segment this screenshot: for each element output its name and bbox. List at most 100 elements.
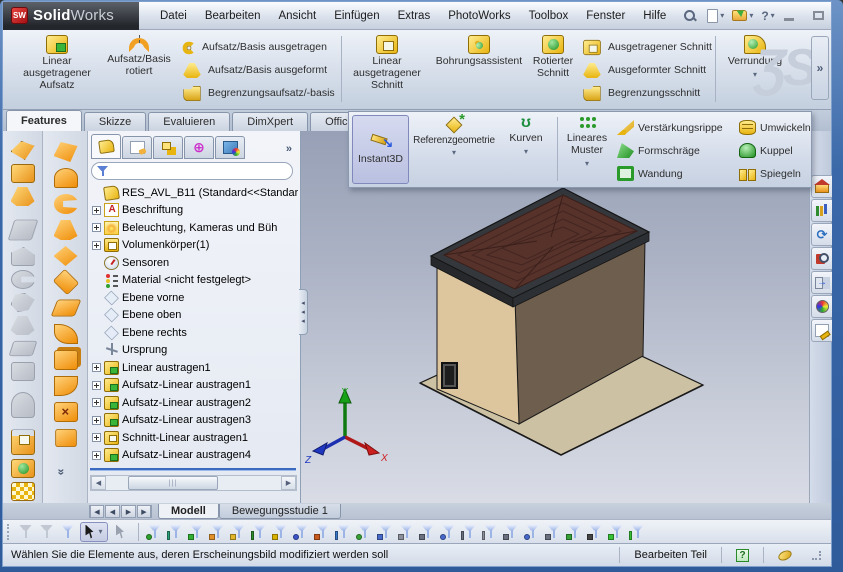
- tree-item-ebene-oben[interactable]: Ebene oben: [90, 307, 298, 325]
- lofted-boss-button[interactable]: Aufsatz/Basis ausgeformt: [181, 60, 335, 81]
- custom-properties-icon[interactable]: [811, 319, 832, 342]
- resize-grip[interactable]: [812, 551, 821, 560]
- tag-icon[interactable]: [777, 548, 793, 562]
- quick-tips-icon[interactable]: ?: [736, 549, 749, 562]
- new-document-button[interactable]: ▾: [703, 9, 728, 23]
- menu-bearbeiten[interactable]: Bearbeiten: [196, 6, 270, 26]
- filter-sketch-segments-icon[interactable]: [335, 523, 352, 541]
- tree-item-schnitt-linear-austragen1[interactable]: Schnitt-Linear austragen1: [90, 429, 298, 447]
- tree-item-aufsatz-linear-austragen3[interactable]: Aufsatz-Linear austragen3: [90, 412, 298, 430]
- motion-study-tab[interactable]: Bewegungsstudie 1: [219, 504, 341, 519]
- toolbar-more-button[interactable]: »: [54, 469, 68, 476]
- filter-solid-bodies-icon[interactable]: [230, 523, 247, 541]
- tree-filter-input[interactable]: [91, 162, 293, 180]
- expand-toggle[interactable]: [92, 416, 101, 425]
- filter-connection-points-icon[interactable]: [608, 523, 625, 541]
- filter-dimensions-icon[interactable]: [377, 523, 394, 541]
- filter-annotations-icon[interactable]: [398, 523, 415, 541]
- tab-features[interactable]: Features: [6, 110, 82, 131]
- lofted-cut-button[interactable]: Ausgeformter Schnitt: [581, 60, 712, 81]
- menu-fenster[interactable]: Fenster: [577, 6, 634, 26]
- insert-mold-folder-icon[interactable]: [11, 247, 35, 266]
- tree-horizontal-scrollbar[interactable]: ◀ ||| ▶: [90, 475, 297, 491]
- ribbon-overflow-button[interactable]: »: [811, 36, 829, 100]
- help-button[interactable]: ?▾: [757, 9, 778, 23]
- scale-check-icon[interactable]: [11, 482, 35, 501]
- manager-tabs-overflow[interactable]: »: [282, 139, 296, 159]
- filter-midpoints-icon[interactable]: [356, 523, 373, 541]
- filter-inactive-icon[interactable]: [17, 523, 34, 541]
- tree-item-beleuchtung[interactable]: Beleuchtung, Kameras und Büh: [90, 219, 298, 237]
- extruded-cut-button[interactable]: Linear ausgetragener Schnitt: [346, 34, 428, 106]
- sweep-tool-icon[interactable]: [11, 270, 35, 289]
- appearances-icon[interactable]: [811, 295, 832, 318]
- filter-cosmetic-threads-icon[interactable]: [587, 523, 604, 541]
- rollback-bar[interactable]: [90, 468, 296, 471]
- toggle-selection-filters-icon[interactable]: [59, 523, 76, 541]
- filter-datums-icon[interactable]: [503, 523, 520, 541]
- tree-item-material[interactable]: Material <nicht festgelegt>: [90, 272, 298, 290]
- tree-item-ebene-vorne[interactable]: Ebene vorne: [90, 289, 298, 307]
- displaymanager-tab[interactable]: [215, 136, 245, 159]
- minimize-button[interactable]: [779, 8, 799, 23]
- tab-evaluieren[interactable]: Evaluieren: [148, 112, 230, 131]
- tree-item-volumenkoerper[interactable]: Volumenkörper(1): [90, 237, 298, 255]
- boundary-cut-button[interactable]: Begrenzungsschnitt: [581, 83, 712, 104]
- swept-boss-button[interactable]: Aufsatz/Basis ausgetragen: [181, 37, 335, 58]
- filter-weld-symbols-icon[interactable]: [461, 523, 478, 541]
- hole-wizard-button[interactable]: Bohrungsassistent: [431, 34, 527, 106]
- menu-extras[interactable]: Extras: [389, 6, 440, 26]
- tree-item-linear-austragen1[interactable]: Linear austragen1: [90, 359, 298, 377]
- tree-item-beschriftung[interactable]: Beschriftung: [90, 202, 298, 220]
- panel-splitter-handle[interactable]: ◂ ◂ ◂: [299, 289, 308, 335]
- first-tab-button[interactable]: ◀: [89, 505, 104, 518]
- wrap-button[interactable]: Umwickeln: [739, 117, 811, 138]
- expand-toggle[interactable]: [92, 398, 101, 407]
- shell-button[interactable]: Wandung: [617, 163, 735, 184]
- boundary-boss-button[interactable]: Begrenzungsaufsatz/-basis: [181, 83, 335, 104]
- swept-cut-button[interactable]: Ausgetragener Schnitt: [581, 37, 712, 58]
- rib-button[interactable]: Verstärkungsrippe: [617, 117, 735, 138]
- scroll-right-arrow[interactable]: ▶: [281, 476, 296, 490]
- mold-tool-dropdown-icon[interactable]: [11, 362, 35, 381]
- filter-gtol-icon[interactable]: [545, 523, 562, 541]
- expand-toggle[interactable]: [92, 381, 101, 390]
- shut-off-surface-icon[interactable]: [11, 164, 35, 183]
- scroll-thumb[interactable]: |||: [128, 476, 218, 490]
- select-cursor-button[interactable]: ▾: [80, 522, 108, 542]
- tree-item-part-root[interactable]: RES_AVL_B11 (Standard<<Standard: [90, 184, 298, 202]
- design-library-icon[interactable]: [811, 199, 832, 222]
- parting-surface-icon[interactable]: [11, 187, 35, 206]
- close-button[interactable]: ×: [839, 8, 843, 23]
- tree-item-ebene-rechts[interactable]: Ebene rechts: [90, 324, 298, 342]
- filter-planes-icon[interactable]: [272, 523, 289, 541]
- filter-axes-icon[interactable]: [251, 523, 268, 541]
- menu-hilfe[interactable]: Hilfe: [634, 6, 675, 26]
- expand-toggle[interactable]: [92, 433, 101, 442]
- expand-toggle[interactable]: [92, 223, 101, 232]
- curves-button[interactable]: ʊ Kurven ▾: [499, 115, 553, 184]
- view-palette-icon[interactable]: [811, 271, 832, 294]
- filter-notes-icon[interactable]: [419, 523, 436, 541]
- menu-einfuegen[interactable]: Einfügen: [325, 6, 388, 26]
- filter-routing-points-icon[interactable]: [629, 523, 646, 541]
- cavity-icon[interactable]: [11, 392, 35, 418]
- expand-toggle[interactable]: [92, 363, 101, 372]
- dimxpertmanager-tab[interactable]: ⊕: [184, 136, 214, 159]
- linear-pattern-button[interactable]: Lineares Muster ▾: [561, 115, 613, 184]
- menu-photoworks[interactable]: PhotoWorks: [439, 6, 519, 26]
- expand-toggle[interactable]: [92, 206, 101, 215]
- expand-toggle[interactable]: [92, 451, 101, 460]
- configurationmanager-tab[interactable]: [153, 136, 183, 159]
- mirror-button[interactable]: Spiegeln: [739, 163, 811, 184]
- filter-points-icon[interactable]: [293, 523, 310, 541]
- filter-weld-beads-icon[interactable]: [482, 523, 499, 541]
- filter-edges-icon[interactable]: [167, 523, 184, 541]
- propertymanager-tab[interactable]: [122, 136, 152, 159]
- core-icon[interactable]: [11, 459, 35, 478]
- thicken-icon[interactable]: [55, 429, 77, 447]
- revolved-surface-icon[interactable]: [54, 168, 78, 188]
- parting-line-icon[interactable]: [11, 141, 35, 160]
- filter-surface-bodies-icon[interactable]: [209, 523, 226, 541]
- cut-with-surface-icon[interactable]: [11, 429, 35, 455]
